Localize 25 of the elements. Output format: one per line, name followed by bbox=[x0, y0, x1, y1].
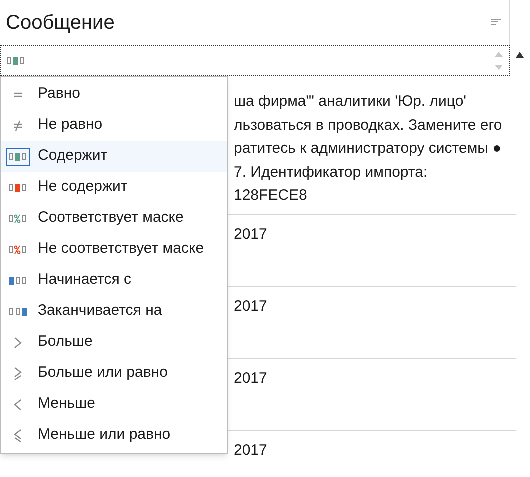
cell-text: 7. Идентификатор импорта: bbox=[234, 162, 429, 182]
cell-text: льзоваться в проводках. Замените его bbox=[234, 116, 504, 136]
cell-text: 128FECE8 bbox=[234, 186, 308, 206]
menu-item[interactable]: Меньше или равно bbox=[1, 420, 227, 451]
column-header: Сообщение bbox=[6, 10, 116, 36]
menu-item[interactable]: Соответствует маске bbox=[1, 203, 227, 234]
scroll-up-icon[interactable] bbox=[516, 52, 524, 58]
cell-text: ша фирма"' аналитики 'Юр. лицо' bbox=[234, 92, 468, 112]
menu-item[interactable]: Начинается с bbox=[1, 265, 227, 296]
cell-text: 2017 bbox=[234, 296, 268, 316]
menu-item[interactable]: Не соответствует маске bbox=[1, 234, 227, 265]
menu-item[interactable]: Равно bbox=[1, 79, 227, 110]
menu-item[interactable]: Содержит bbox=[1, 141, 227, 172]
contains-icon bbox=[7, 148, 29, 164]
menu-item[interactable]: Меньше bbox=[1, 389, 227, 420]
menu-item[interactable]: Не содержит bbox=[1, 172, 227, 203]
cell-text: 2017 bbox=[234, 440, 268, 460]
sort-icon[interactable] bbox=[491, 18, 501, 26]
cell-text: ратитесь к администратору системы ● bbox=[234, 139, 503, 159]
menu-item[interactable]: Не равно bbox=[1, 110, 227, 141]
menu-item[interactable]: Заканчивается на bbox=[1, 296, 227, 327]
menu-item[interactable]: Больше bbox=[1, 327, 227, 358]
cell-text: 2017 bbox=[234, 224, 268, 244]
cell-text: 2017 bbox=[234, 368, 268, 388]
menu-item[interactable]: Больше или равно bbox=[1, 358, 227, 389]
